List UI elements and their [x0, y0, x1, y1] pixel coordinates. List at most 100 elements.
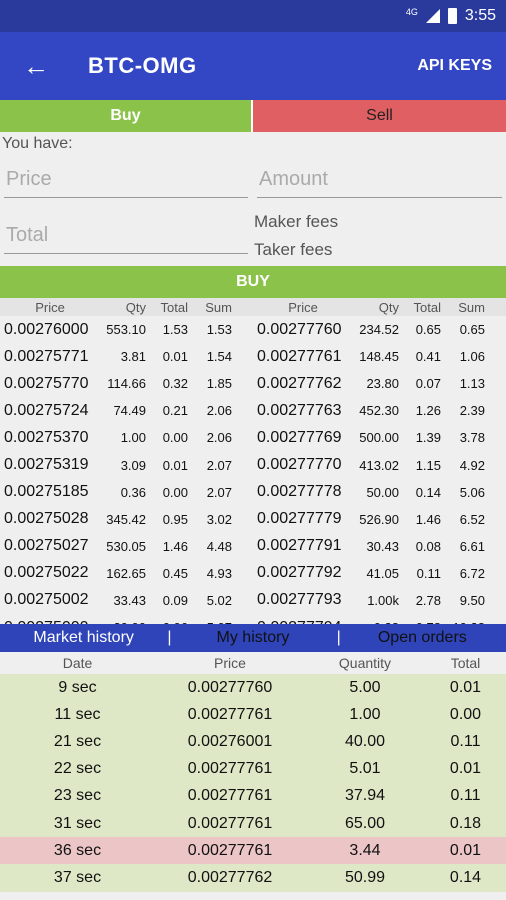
date-cell: 37 sec: [53, 868, 102, 886]
tab-my-history[interactable]: My history: [169, 629, 336, 647]
total-cell: 1.46: [415, 511, 441, 527]
back-arrow-icon[interactable]: ←: [0, 32, 72, 100]
total-cell: 0.07: [415, 376, 441, 392]
price-cell: 0.00277761: [257, 347, 342, 365]
you-have-label: You have:: [2, 135, 73, 152]
price-cell: 0.00277762: [257, 374, 342, 392]
date-cell: 23 sec: [53, 787, 102, 805]
order-book: Price Qty Total Sum 0.00276000 553.10 1.53…: [0, 298, 506, 624]
price-cell: 0.00275002: [4, 591, 89, 609]
maker-fees-label: Maker fees: [254, 212, 339, 231]
order-row[interactable]: 0.00275002 33.43 0.09 5.02: [0, 587, 253, 614]
price-cell: 0.00277779: [257, 510, 342, 528]
total-input[interactable]: Total: [4, 220, 248, 254]
order-row[interactable]: 0.00277793 1.00k 2.78 9.50: [253, 587, 506, 614]
page-title: BTC-OMG: [88, 53, 197, 78]
total-cell: 0.09: [162, 592, 188, 608]
price-cell: 0.00277760: [257, 320, 342, 338]
price-cell: 0.00275027: [4, 537, 89, 555]
tab-sell[interactable]: Sell: [253, 100, 506, 132]
total-cell: 0.00: [162, 430, 188, 446]
order-row[interactable]: 0.00277762 23.80 0.07 1.13: [253, 370, 506, 397]
order-row[interactable]: 0.00277763 452.30 1.26 2.39: [253, 397, 506, 424]
order-row[interactable]: 0.00275022 162.65 0.45 4.93: [0, 560, 253, 587]
quantity-cell: 50.99: [344, 868, 386, 886]
order-row[interactable]: 0.00275185 0.36 0.00 2.07: [0, 479, 253, 506]
order-row[interactable]: 0.00277778 50.00 0.14 5.06: [253, 479, 506, 506]
total-cell: 1.53: [162, 322, 188, 338]
sum-cell: 5.06: [459, 484, 485, 500]
sum-cell: 1.13: [459, 376, 485, 392]
network-label: 4G: [405, 7, 418, 17]
qty-cell: 30.43: [366, 538, 399, 554]
history-row: 23 sec 0.00277761 37.94 0.11: [0, 782, 506, 810]
qty-cell: 345.42: [106, 511, 146, 527]
history-row: 11 sec 0.00277761 1.00 0.00: [0, 701, 506, 729]
asks-header: Price Qty Total Sum: [253, 298, 506, 316]
price-cell: 0.00277760: [187, 678, 273, 696]
order-row[interactable]: 0.00276000 553.10 1.53 1.53: [0, 316, 253, 343]
total-cell: 0.14: [415, 484, 441, 500]
total-cell: 1.39: [415, 430, 441, 446]
order-row[interactable]: 0.00275724 74.49 0.21 2.06: [0, 397, 253, 424]
total-cell: 0.41: [415, 349, 441, 365]
total-cell: 0.01: [449, 678, 482, 696]
qty-cell: 162.65: [106, 565, 146, 581]
history-list: 9 sec 0.00277760 5.00 0.01 11 sec 0.00277761 1…: [0, 674, 506, 892]
tab-buy[interactable]: Buy: [0, 100, 253, 132]
price-cell: 0.00277761: [187, 787, 273, 805]
sum-cell: 2.39: [459, 403, 485, 419]
date-cell: 36 sec: [53, 841, 102, 859]
date-cell: 22 sec: [53, 760, 102, 778]
price-cell: 0.00275770: [4, 374, 89, 392]
order-row[interactable]: 0.00275027 530.05 1.46 4.48: [0, 533, 253, 560]
order-row[interactable]: 0.00277761 148.45 0.41 1.06: [253, 343, 506, 370]
price-cell: 0.00275319: [4, 456, 89, 474]
order-row[interactable]: 0.00277769 500.00 1.39 3.78: [253, 424, 506, 451]
total-cell: 0.01: [449, 841, 482, 859]
price-cell: 0.00277761: [187, 841, 273, 859]
total-cell: 1.15: [415, 457, 441, 473]
order-row[interactable]: 0.00277779 526.90 1.46 6.52: [253, 506, 506, 533]
sum-cell: 2.07: [206, 457, 232, 473]
tab-open-orders[interactable]: Open orders: [339, 629, 506, 647]
sum-cell: 3.02: [206, 511, 232, 527]
qty-cell: 114.66: [107, 376, 146, 392]
quantity-cell: 40.00: [344, 732, 386, 750]
bids-table: Price Qty Total Sum 0.00276000 553.10 1.53…: [0, 298, 253, 624]
quantity-cell: 1.00: [349, 705, 381, 723]
buy-button[interactable]: BUY: [0, 266, 506, 298]
api-keys-button[interactable]: API KEYS: [417, 57, 492, 75]
order-row[interactable]: 0.00275770 114.66 0.32 1.85: [0, 370, 253, 397]
signal-icon: [425, 9, 440, 23]
tab-market-history[interactable]: Market history: [0, 629, 167, 647]
order-row[interactable]: 0.00275771 3.81 0.01 1.54: [0, 343, 253, 370]
qty-cell: 1.00: [120, 430, 146, 446]
price-cell: 0.00277762: [187, 868, 273, 886]
history-row: 9 sec 0.00277760 5.00 0.01: [0, 674, 506, 702]
qty-cell: 33.43: [113, 592, 146, 608]
qty-cell: 23.80: [366, 376, 399, 392]
total-cell: 0.32: [162, 376, 188, 392]
price-cell: 0.00277763: [257, 401, 342, 419]
order-row[interactable]: 0.00277770 413.02 1.15 4.92: [253, 451, 506, 478]
order-row[interactable]: 0.00277792 41.05 0.11 6.72: [253, 560, 506, 587]
order-row[interactable]: 0.00277760 234.52 0.65 0.65: [253, 316, 506, 343]
price-input[interactable]: Price: [4, 164, 248, 198]
order-row[interactable]: 0.0027500020.000.065.07: [0, 614, 253, 624]
order-row[interactable]: 0.00277791 30.43 0.08 6.61: [253, 533, 506, 560]
qty-cell: 1.00k: [367, 592, 399, 608]
qty-cell: 148.45: [359, 349, 399, 365]
order-row[interactable]: 0.002777940.280.7810.28: [253, 614, 506, 624]
order-row[interactable]: 0.00275319 3.09 0.01 2.07: [0, 451, 253, 478]
qty-cell: 452.30: [359, 403, 399, 419]
order-form: Price Amount Total Maker fees Taker fees: [0, 156, 506, 266]
order-row[interactable]: 0.00275370 1.00 0.00 2.06: [0, 424, 253, 451]
sum-cell: 2.07: [206, 484, 232, 500]
order-row[interactable]: 0.00275028 345.42 0.95 3.02: [0, 506, 253, 533]
amount-input[interactable]: Amount: [257, 164, 502, 198]
price-cell: 0.00275771: [4, 347, 89, 365]
price-cell: 0.00277794: [253, 619, 353, 624]
price-cell: 0.00275724: [4, 401, 89, 419]
history-row: 37 sec 0.00277762 50.99 0.14: [0, 864, 506, 892]
